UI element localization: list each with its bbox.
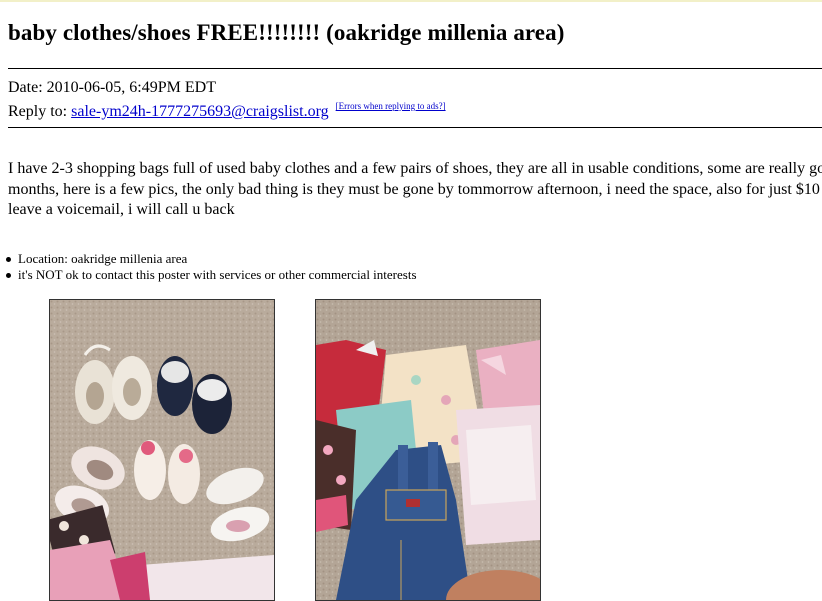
reply-to-line: Reply to: sale-ym24h-1777275693@craigsli… — [8, 101, 446, 121]
top-border — [0, 0, 822, 2]
posting-blurbs: Location: oakridge millenia area it's NO… — [0, 251, 417, 283]
posting-body-line: I have 2-3 shopping bags full of used ba… — [8, 160, 822, 177]
blurb-location: Location: oakridge millenia area — [6, 251, 417, 267]
bullet-icon — [6, 257, 11, 262]
photo-icon — [316, 300, 540, 600]
blurb-text: Location: oakridge millenia area — [18, 251, 188, 266]
photo-icon — [50, 300, 274, 600]
photo-baby-shoes[interactable] — [49, 299, 275, 601]
blurb-no-contact: it's NOT ok to contact this poster with … — [6, 267, 417, 283]
bullet-icon — [6, 273, 11, 278]
divider — [8, 68, 822, 69]
errors-help-link[interactable]: [Errors when replying to ads?] — [336, 101, 446, 111]
posting-body: I have 2-3 shopping bags full of used ba… — [8, 159, 822, 221]
blurb-text: it's NOT ok to contact this poster with … — [18, 267, 417, 282]
posting-body-line: months, here is a few pics, the only bad… — [8, 180, 822, 198]
posting-body-line: leave a voicemail, i will call u back — [8, 201, 235, 218]
posting-date: Date: 2010-06-05, 6:49PM EDT — [8, 79, 216, 96]
posting-title: baby clothes/shoes FREE!!!!!!!! (oakridg… — [8, 20, 565, 45]
reply-email-link[interactable]: sale-ym24h-1777275693@craigslist.org — [71, 103, 329, 120]
reply-to-label: Reply to: — [8, 103, 68, 120]
divider — [8, 127, 822, 128]
photo-baby-clothes[interactable] — [315, 299, 541, 601]
